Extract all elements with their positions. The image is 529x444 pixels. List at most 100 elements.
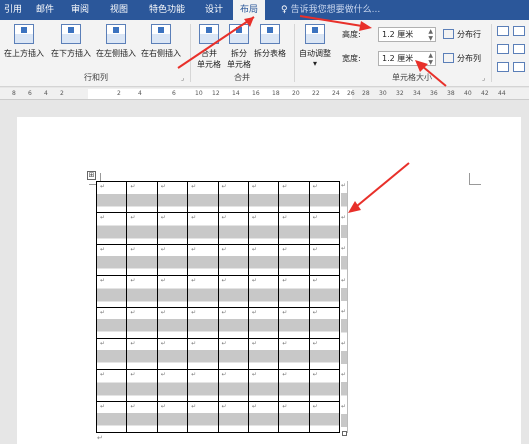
table-cell[interactable]: ↵ xyxy=(217,337,249,371)
distribute-rows-button[interactable]: 分布行 xyxy=(443,29,481,40)
split-cells-button[interactable]: 拆分 单元格 xyxy=(227,24,251,70)
table-cell[interactable]: ↵ xyxy=(187,275,219,308)
document-table[interactable]: ↵ ↵ ↵ ↵ ↵ ↵ ↵ ↵ ↵ ↵ ↵ ↵ ↵ ↵ ↵ ↵ ↵ ↵ ↵ ↵ ↵ ↵ ↵ ↵ ↵ ↵ ↵ ↵ ↵ ↵ ↵ ↵ ↵ ↵ ↵ ↵ ↵ ↵ ↵ ↵… xyxy=(95,180,341,434)
table-cell[interactable]: ↵ xyxy=(247,275,280,308)
table-cell[interactable]: ↵ xyxy=(308,275,341,308)
table-cell[interactable]: ↵ xyxy=(217,212,249,245)
table-cell[interactable]: ↵ xyxy=(156,306,189,339)
merge-cells-button[interactable]: 合并 单元格 xyxy=(197,24,221,70)
table-cell[interactable]: ↵ xyxy=(156,337,189,371)
table-cell[interactable]: ↵ xyxy=(278,337,310,371)
table-cell[interactable]: ↵ xyxy=(126,180,158,214)
table-cell[interactable]: ↵ xyxy=(187,306,219,339)
align-bottom-center-icon[interactable] xyxy=(513,62,525,72)
table-cell[interactable]: ↵ xyxy=(156,243,189,277)
column-width-input[interactable]: 1.2 厘米 ▲ ▼ xyxy=(378,51,436,66)
table-cell[interactable]: ↵ xyxy=(217,243,249,277)
table-cell[interactable]: ↵ xyxy=(156,180,189,214)
insert-left-button[interactable]: 在左侧插入 xyxy=(96,24,136,59)
table-cell[interactable]: ↵ xyxy=(247,243,280,277)
table-cell[interactable]: ↵ xyxy=(308,337,341,371)
table-cell[interactable]: ↵ xyxy=(217,275,249,308)
table-cell[interactable]: ↵ xyxy=(308,180,341,214)
row-end-mark: ↵ xyxy=(341,275,348,307)
table-cell[interactable]: ↵ xyxy=(217,369,249,402)
table-cell[interactable]: ↵ xyxy=(95,212,128,245)
tab-design[interactable]: 设计 xyxy=(205,0,223,20)
table-cell[interactable]: ↵ xyxy=(187,400,219,434)
rows-cols-launcher-icon[interactable]: ⌟ xyxy=(181,74,184,82)
table-cell[interactable]: ↵ xyxy=(247,212,280,245)
table-cell[interactable]: ↵ xyxy=(308,369,341,402)
table-cell[interactable]: ↵ xyxy=(126,275,158,308)
table-cell[interactable]: ↵ xyxy=(247,369,280,402)
table-cell[interactable]: ↵ xyxy=(187,212,219,245)
tell-me-box[interactable]: ♀ 告诉我您想要做什么... xyxy=(281,0,380,20)
autofit-button[interactable]: 自动调整 ▾ xyxy=(299,24,331,68)
table-cell[interactable]: ↵ xyxy=(187,243,219,277)
tab-mailings[interactable]: 邮件 xyxy=(36,0,54,20)
table-cell[interactable]: ↵ xyxy=(126,212,158,245)
table-cell[interactable]: ↵ xyxy=(156,369,189,402)
align-top-center-icon[interactable] xyxy=(513,26,525,36)
spinner-arrows-icon[interactable]: ▲ ▼ xyxy=(428,28,433,42)
table-cell[interactable]: ↵ xyxy=(308,400,341,434)
table-cell[interactable]: ↵ xyxy=(278,400,310,434)
document-page[interactable]: ⊞ ↵ ↵ ↵ ↵ ↵ ↵ ↵ ↵ ↵ ↵ ↵ ↵ ↵ ↵ ↵ ↵ ↵ ↵ ↵ ↵ ↵ ↵ ↵ ↵ ↵ ↵ ↵ ↵ ↵ ↵ ↵ ↵ ↵ ↵ ↵ ↵ ↵ ↵… xyxy=(17,117,521,444)
table-cell[interactable]: ↵ xyxy=(126,369,158,402)
table-cell[interactable]: ↵ xyxy=(278,306,310,339)
table-cell[interactable]: ↵ xyxy=(247,400,280,434)
table-cell[interactable]: ↵ xyxy=(126,306,158,339)
table-cell[interactable]: ↵ xyxy=(126,337,158,371)
insert-above-button[interactable]: 在上方插入 xyxy=(4,24,44,59)
spinner-arrows-icon[interactable]: ▲ ▼ xyxy=(428,52,433,66)
table-cell[interactable]: ↵ xyxy=(187,180,219,214)
insert-below-button[interactable]: 在下方插入 xyxy=(51,24,91,59)
split-table-button[interactable]: 拆分表格 xyxy=(254,24,286,59)
table-cell[interactable]: ↵ xyxy=(278,180,310,214)
insert-right-button[interactable]: 在右侧插入 xyxy=(141,24,181,59)
table-cell[interactable]: ↵ xyxy=(308,306,341,339)
table-cell[interactable]: ↵ xyxy=(95,369,128,402)
tab-special[interactable]: 特色功能 xyxy=(149,0,185,20)
table-cell[interactable]: ↵ xyxy=(95,337,128,371)
table-cell[interactable]: ↵ xyxy=(187,369,219,402)
table-cell[interactable]: ↵ xyxy=(95,243,128,277)
cell-size-launcher-icon[interactable]: ⌟ xyxy=(482,74,485,82)
distribute-columns-button[interactable]: 分布列 xyxy=(443,53,481,64)
table-cell[interactable]: ↵ xyxy=(126,400,158,434)
table-cell[interactable]: ↵ xyxy=(247,306,280,339)
tab-layout[interactable]: 布局 xyxy=(233,0,266,20)
table-cell[interactable]: ↵ xyxy=(247,180,280,214)
table-cell[interactable]: ↵ xyxy=(126,243,158,277)
table-cell[interactable]: ↵ xyxy=(278,243,310,277)
table-cell[interactable]: ↵ xyxy=(278,212,310,245)
table-cell[interactable]: ↵ xyxy=(217,400,249,434)
tab-references[interactable]: 引用 xyxy=(4,0,22,20)
table-cell[interactable]: ↵ xyxy=(156,212,189,245)
table-cell[interactable]: ↵ xyxy=(308,212,341,245)
table-cell[interactable]: ↵ xyxy=(95,306,128,339)
table-cell[interactable]: ↵ xyxy=(308,243,341,277)
align-top-left-icon[interactable] xyxy=(497,26,509,36)
table-move-handle-icon[interactable]: ⊞ xyxy=(87,171,96,180)
align-middle-left-icon[interactable] xyxy=(497,44,509,54)
tab-view[interactable]: 视图 xyxy=(110,0,128,20)
tab-review[interactable]: 审阅 xyxy=(71,0,89,20)
align-bottom-left-icon[interactable] xyxy=(497,62,509,72)
table-cell[interactable]: ↵ xyxy=(217,306,249,339)
table-cell[interactable]: ↵ xyxy=(278,369,310,402)
table-cell[interactable]: ↵ xyxy=(95,275,128,308)
table-cell[interactable]: ↵ xyxy=(187,337,219,371)
table-resize-handle-icon[interactable] xyxy=(342,431,347,436)
table-cell[interactable]: ↵ xyxy=(95,180,128,214)
table-cell[interactable]: ↵ xyxy=(278,275,310,308)
table-cell[interactable]: ↵ xyxy=(156,275,189,308)
table-cell[interactable]: ↵ xyxy=(247,337,280,371)
align-middle-center-icon[interactable] xyxy=(513,44,525,54)
table-cell[interactable]: ↵ xyxy=(217,180,249,214)
table-cell[interactable]: ↵ xyxy=(156,400,189,434)
table-cell[interactable]: ↵ xyxy=(95,400,128,434)
row-height-input[interactable]: 1.2 厘米 ▲ ▼ xyxy=(378,27,436,42)
horizontal-ruler[interactable]: 8 6 4 2 2 4 6 10 12 14 16 18 20 22 24 26… xyxy=(0,88,529,100)
